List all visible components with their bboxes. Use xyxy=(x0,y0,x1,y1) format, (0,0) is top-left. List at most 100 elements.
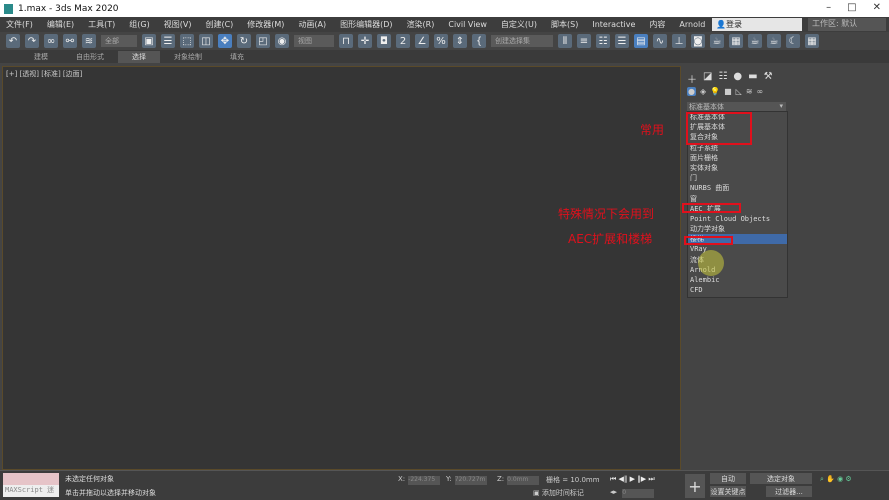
spinner-snap-icon[interactable]: ⇕ xyxy=(453,34,467,48)
viewport-nav-icons[interactable]: ⌕ ✋ ◉ ⚙ xyxy=(820,475,852,484)
spacewarps-icon[interactable]: ≋ xyxy=(746,87,753,96)
material-editor-icon[interactable]: ◙ xyxy=(691,34,705,48)
object-type-dropdown[interactable]: 标准基本体 ▾ xyxy=(687,102,786,111)
render-icon[interactable]: ☕ xyxy=(748,34,762,48)
y-value[interactable]: 720.727m xyxy=(454,476,487,485)
object-type-option[interactable]: NURBS 曲面 xyxy=(688,183,787,193)
ribbon-toggle-icon[interactable]: ▤ xyxy=(634,34,648,48)
pivot-icon[interactable]: ⊓ xyxy=(339,34,353,48)
menu-item[interactable]: 自定义(U) xyxy=(501,19,537,30)
playback-controls[interactable]: ⏮ ◀‖ ▶ ‖▶ ⏭ xyxy=(610,475,655,484)
place-icon[interactable]: ◉ xyxy=(275,34,289,48)
layer-explorer-icon[interactable]: ☰ xyxy=(615,34,629,48)
z-value[interactable]: 0.0mm xyxy=(507,476,540,485)
manipulate-icon[interactable]: ✛ xyxy=(358,34,372,48)
edit-named-sel-icon[interactable]: { xyxy=(472,34,486,48)
bind-spacewarp-icon[interactable]: ≋ xyxy=(82,34,96,48)
display-tab-icon[interactable]: ▬ xyxy=(748,71,757,86)
frame-value[interactable]: 0 xyxy=(622,489,655,498)
object-type-option[interactable]: CFD xyxy=(688,285,787,295)
link-icon[interactable]: ∞ xyxy=(44,34,58,48)
menu-item[interactable]: 内容 xyxy=(649,19,665,30)
menu-item[interactable]: 编辑(E) xyxy=(47,19,74,30)
window-crossing-icon[interactable]: ◫ xyxy=(199,34,213,48)
menu-item[interactable]: Interactive xyxy=(592,20,635,29)
object-type-option[interactable]: 动力学对象 xyxy=(688,224,787,234)
maximize-button[interactable]: □ xyxy=(847,2,856,13)
key-filters-button[interactable]: 过滤器... xyxy=(766,486,812,497)
curve-editor-icon[interactable]: ∿ xyxy=(653,34,667,48)
menu-item[interactable]: 视图(V) xyxy=(164,19,192,30)
shapes-icon[interactable]: ◈ xyxy=(700,87,706,96)
ribbon-tab[interactable]: 对象绘制 xyxy=(160,51,216,63)
create-tab-icon[interactable]: ＋ xyxy=(687,71,697,86)
lights-icon[interactable]: 💡 xyxy=(710,87,720,96)
align-icon[interactable]: ≡ xyxy=(577,34,591,48)
keyboard-shortcut-icon[interactable]: ◘ xyxy=(377,34,391,48)
object-type-option[interactable]: 面片栅格 xyxy=(688,153,787,163)
geometry-icon[interactable]: ● xyxy=(687,87,696,96)
percent-snap-icon[interactable]: % xyxy=(434,34,448,48)
motion-tab-icon[interactable]: ● xyxy=(733,71,742,86)
auto-key-button[interactable]: 自动 xyxy=(710,473,746,484)
menu-item[interactable]: 渲染(R) xyxy=(407,19,435,30)
systems-icon[interactable]: ∞ xyxy=(757,87,764,96)
menu-item[interactable]: Civil View xyxy=(448,20,487,29)
menu-item[interactable]: 组(G) xyxy=(129,19,149,30)
viewport-label[interactable]: [+] [透视] [标准] [边面] xyxy=(6,69,82,79)
rect-selection-icon[interactable]: ⬚ xyxy=(180,34,194,48)
x-coord[interactable]: X: -224.375 xyxy=(398,475,441,485)
cameras-icon[interactable]: ■ xyxy=(724,87,732,96)
workspace-dropdown[interactable]: 工作区: 默认 xyxy=(808,18,886,31)
object-type-option[interactable]: 实体对象 xyxy=(688,163,787,173)
ribbon-tab[interactable]: 自由形式 xyxy=(62,51,118,63)
render-setup-icon[interactable]: ☕ xyxy=(710,34,724,48)
modify-tab-icon[interactable]: ◪ xyxy=(703,71,712,86)
menu-item[interactable]: 动画(A) xyxy=(298,19,326,30)
angle-snap-icon[interactable]: ∠ xyxy=(415,34,429,48)
minimize-button[interactable]: – xyxy=(826,2,831,13)
named-selection-dropdown[interactable]: 创建选择集 xyxy=(491,35,553,47)
new-key-icon[interactable]: + xyxy=(685,474,705,498)
hierarchy-tab-icon[interactable]: ☷ xyxy=(718,71,727,86)
ribbon-tab[interactable]: 填充 xyxy=(216,51,258,63)
helpers-icon[interactable]: ◺ xyxy=(736,87,742,96)
select-object-icon[interactable]: ▣ xyxy=(142,34,156,48)
y-coord[interactable]: Y: 720.727m xyxy=(446,475,487,485)
object-type-option[interactable]: Alembic xyxy=(688,275,787,285)
schematic-view-icon[interactable]: ⊥ xyxy=(672,34,686,48)
undo-icon[interactable]: ↶ xyxy=(6,34,20,48)
selected-object-dropdown[interactable]: 选定对象 xyxy=(750,473,812,484)
ribbon-tab[interactable]: 选择 xyxy=(118,50,160,63)
menu-item[interactable]: 脚本(S) xyxy=(551,19,578,30)
menu-item[interactable]: Arnold xyxy=(679,20,705,29)
utilities-tab-icon[interactable]: ⚒ xyxy=(764,71,773,86)
menu-item[interactable]: 工具(T) xyxy=(88,19,115,30)
layout-icon[interactable]: ▦ xyxy=(805,34,819,48)
ribbon-tab[interactable]: 建模 xyxy=(20,51,62,63)
mirror-icon[interactable]: ⫴ xyxy=(558,34,572,48)
unlink-icon[interactable]: ⚯ xyxy=(63,34,77,48)
select-move-icon[interactable]: ✥ xyxy=(218,34,232,48)
close-button[interactable]: ✕ xyxy=(873,2,881,13)
frame-field[interactable]: ◂▸ 0 xyxy=(610,488,655,498)
menu-item[interactable]: 文件(F) xyxy=(6,19,33,30)
x-value[interactable]: -224.375 xyxy=(408,476,441,485)
object-type-option[interactable]: 门 xyxy=(688,173,787,183)
reference-coord-dropdown[interactable]: 视图 xyxy=(294,35,334,47)
maxscript-label[interactable]: MAXScript 迷 xyxy=(3,485,59,497)
menu-item[interactable]: 修改器(M) xyxy=(247,19,284,30)
z-coord[interactable]: Z: 0.0mm xyxy=(497,475,540,485)
login-dropdown[interactable]: 👤 登录 xyxy=(712,18,802,31)
set-key-button[interactable]: 设置关键点 xyxy=(710,486,746,497)
menu-item[interactable]: 创建(C) xyxy=(205,19,233,30)
rendered-frame-icon[interactable]: ▦ xyxy=(729,34,743,48)
render-production-icon[interactable]: ☕ xyxy=(767,34,781,48)
maxscript-listener[interactable] xyxy=(3,473,59,485)
select-by-name-icon[interactable]: ☰ xyxy=(161,34,175,48)
snap-icon[interactable]: 2 xyxy=(396,34,410,48)
redo-icon[interactable]: ↷ xyxy=(25,34,39,48)
selection-filter-dropdown[interactable]: 全部 xyxy=(101,35,137,47)
menu-item[interactable]: 图形编辑器(D) xyxy=(340,19,392,30)
a360-icon[interactable]: ☾ xyxy=(786,34,800,48)
